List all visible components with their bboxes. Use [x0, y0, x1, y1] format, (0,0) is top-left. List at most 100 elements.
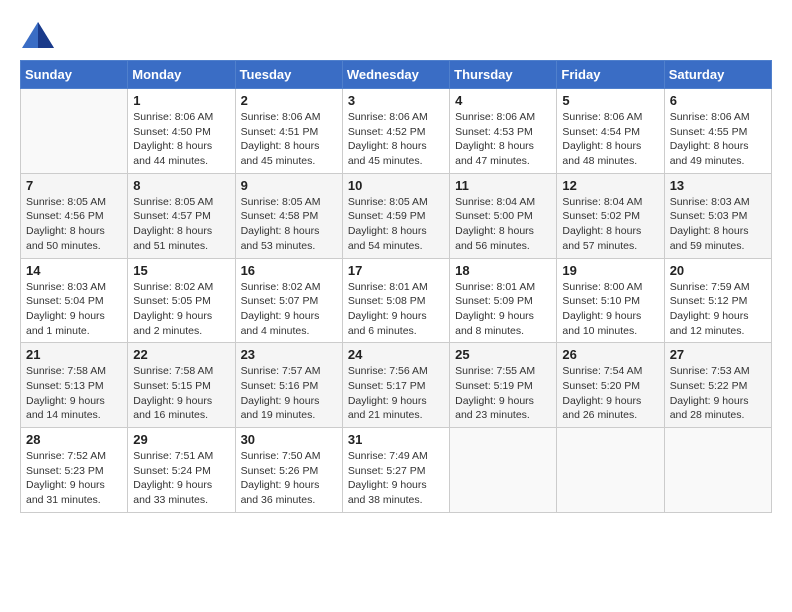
calendar-cell: 12 Sunrise: 8:04 AM Sunset: 5:02 PM Dayl… [557, 173, 664, 258]
sunset-text: Sunset: 5:10 PM [562, 294, 658, 309]
sunset-text: Sunset: 4:55 PM [670, 125, 766, 140]
logo-icon [20, 20, 56, 50]
calendar-cell: 13 Sunrise: 8:03 AM Sunset: 5:03 PM Dayl… [664, 173, 771, 258]
day-info: Sunrise: 8:06 AM Sunset: 4:54 PM Dayligh… [562, 110, 658, 169]
calendar-cell: 3 Sunrise: 8:06 AM Sunset: 4:52 PM Dayli… [342, 89, 449, 174]
day-info: Sunrise: 7:54 AM Sunset: 5:20 PM Dayligh… [562, 364, 658, 423]
calendar-cell: 16 Sunrise: 8:02 AM Sunset: 5:07 PM Dayl… [235, 258, 342, 343]
sunrise-text: Sunrise: 7:59 AM [670, 280, 766, 295]
day-info: Sunrise: 7:50 AM Sunset: 5:26 PM Dayligh… [241, 449, 337, 508]
sunset-text: Sunset: 5:09 PM [455, 294, 551, 309]
calendar-cell: 25 Sunrise: 7:55 AM Sunset: 5:19 PM Dayl… [450, 343, 557, 428]
sunrise-text: Sunrise: 7:56 AM [348, 364, 444, 379]
sunset-text: Sunset: 5:26 PM [241, 464, 337, 479]
sunset-text: Sunset: 5:05 PM [133, 294, 229, 309]
calendar-table: SundayMondayTuesdayWednesdayThursdayFrid… [20, 60, 772, 513]
day-number: 7 [26, 178, 122, 193]
calendar-cell: 24 Sunrise: 7:56 AM Sunset: 5:17 PM Dayl… [342, 343, 449, 428]
day-number: 9 [241, 178, 337, 193]
sunset-text: Sunset: 5:07 PM [241, 294, 337, 309]
calendar-cell: 27 Sunrise: 7:53 AM Sunset: 5:22 PM Dayl… [664, 343, 771, 428]
sunrise-text: Sunrise: 7:50 AM [241, 449, 337, 464]
day-number: 1 [133, 93, 229, 108]
daylight-text: Daylight: 8 hours and 54 minutes. [348, 224, 444, 253]
day-info: Sunrise: 8:03 AM Sunset: 5:04 PM Dayligh… [26, 280, 122, 339]
sunset-text: Sunset: 5:04 PM [26, 294, 122, 309]
day-info: Sunrise: 7:53 AM Sunset: 5:22 PM Dayligh… [670, 364, 766, 423]
sunrise-text: Sunrise: 8:04 AM [562, 195, 658, 210]
weekday-header-saturday: Saturday [664, 61, 771, 89]
calendar-week-row: 14 Sunrise: 8:03 AM Sunset: 5:04 PM Dayl… [21, 258, 772, 343]
calendar-week-row: 21 Sunrise: 7:58 AM Sunset: 5:13 PM Dayl… [21, 343, 772, 428]
sunrise-text: Sunrise: 8:04 AM [455, 195, 551, 210]
sunrise-text: Sunrise: 8:02 AM [133, 280, 229, 295]
sunrise-text: Sunrise: 8:05 AM [133, 195, 229, 210]
weekday-header-sunday: Sunday [21, 61, 128, 89]
sunset-text: Sunset: 5:19 PM [455, 379, 551, 394]
calendar-cell: 23 Sunrise: 7:57 AM Sunset: 5:16 PM Dayl… [235, 343, 342, 428]
sunset-text: Sunset: 5:20 PM [562, 379, 658, 394]
day-info: Sunrise: 8:00 AM Sunset: 5:10 PM Dayligh… [562, 280, 658, 339]
day-number: 16 [241, 263, 337, 278]
sunrise-text: Sunrise: 7:58 AM [133, 364, 229, 379]
sunset-text: Sunset: 5:12 PM [670, 294, 766, 309]
daylight-text: Daylight: 9 hours and 16 minutes. [133, 394, 229, 423]
sunrise-text: Sunrise: 7:49 AM [348, 449, 444, 464]
calendar-cell: 5 Sunrise: 8:06 AM Sunset: 4:54 PM Dayli… [557, 89, 664, 174]
sunrise-text: Sunrise: 8:06 AM [133, 110, 229, 125]
sunrise-text: Sunrise: 7:58 AM [26, 364, 122, 379]
daylight-text: Daylight: 9 hours and 14 minutes. [26, 394, 122, 423]
sunrise-text: Sunrise: 8:01 AM [455, 280, 551, 295]
day-number: 18 [455, 263, 551, 278]
sunrise-text: Sunrise: 8:05 AM [348, 195, 444, 210]
sunset-text: Sunset: 4:58 PM [241, 209, 337, 224]
sunset-text: Sunset: 4:59 PM [348, 209, 444, 224]
sunrise-text: Sunrise: 8:05 AM [241, 195, 337, 210]
day-info: Sunrise: 8:05 AM Sunset: 4:57 PM Dayligh… [133, 195, 229, 254]
sunrise-text: Sunrise: 8:03 AM [670, 195, 766, 210]
calendar-cell: 1 Sunrise: 8:06 AM Sunset: 4:50 PM Dayli… [128, 89, 235, 174]
sunrise-text: Sunrise: 7:52 AM [26, 449, 122, 464]
sunrise-text: Sunrise: 8:06 AM [348, 110, 444, 125]
calendar-cell: 15 Sunrise: 8:02 AM Sunset: 5:05 PM Dayl… [128, 258, 235, 343]
sunset-text: Sunset: 5:16 PM [241, 379, 337, 394]
calendar-cell: 18 Sunrise: 8:01 AM Sunset: 5:09 PM Dayl… [450, 258, 557, 343]
day-info: Sunrise: 8:02 AM Sunset: 5:07 PM Dayligh… [241, 280, 337, 339]
sunset-text: Sunset: 5:15 PM [133, 379, 229, 394]
day-number: 24 [348, 347, 444, 362]
daylight-text: Daylight: 8 hours and 45 minutes. [348, 139, 444, 168]
day-info: Sunrise: 7:58 AM Sunset: 5:15 PM Dayligh… [133, 364, 229, 423]
day-number: 13 [670, 178, 766, 193]
sunset-text: Sunset: 4:53 PM [455, 125, 551, 140]
calendar-cell: 6 Sunrise: 8:06 AM Sunset: 4:55 PM Dayli… [664, 89, 771, 174]
daylight-text: Daylight: 8 hours and 45 minutes. [241, 139, 337, 168]
day-number: 20 [670, 263, 766, 278]
calendar-cell [450, 428, 557, 513]
day-number: 27 [670, 347, 766, 362]
daylight-text: Daylight: 9 hours and 26 minutes. [562, 394, 658, 423]
logo [20, 20, 60, 50]
daylight-text: Daylight: 8 hours and 57 minutes. [562, 224, 658, 253]
day-number: 23 [241, 347, 337, 362]
sunset-text: Sunset: 5:24 PM [133, 464, 229, 479]
day-number: 11 [455, 178, 551, 193]
daylight-text: Daylight: 9 hours and 33 minutes. [133, 478, 229, 507]
calendar-cell: 7 Sunrise: 8:05 AM Sunset: 4:56 PM Dayli… [21, 173, 128, 258]
sunrise-text: Sunrise: 8:05 AM [26, 195, 122, 210]
sunrise-text: Sunrise: 8:01 AM [348, 280, 444, 295]
calendar-cell: 14 Sunrise: 8:03 AM Sunset: 5:04 PM Dayl… [21, 258, 128, 343]
day-info: Sunrise: 8:01 AM Sunset: 5:08 PM Dayligh… [348, 280, 444, 339]
sunset-text: Sunset: 5:23 PM [26, 464, 122, 479]
sunrise-text: Sunrise: 8:06 AM [562, 110, 658, 125]
daylight-text: Daylight: 9 hours and 38 minutes. [348, 478, 444, 507]
sunrise-text: Sunrise: 8:02 AM [241, 280, 337, 295]
day-number: 28 [26, 432, 122, 447]
weekday-header-monday: Monday [128, 61, 235, 89]
calendar-week-row: 28 Sunrise: 7:52 AM Sunset: 5:23 PM Dayl… [21, 428, 772, 513]
day-info: Sunrise: 8:06 AM Sunset: 4:55 PM Dayligh… [670, 110, 766, 169]
calendar-cell: 2 Sunrise: 8:06 AM Sunset: 4:51 PM Dayli… [235, 89, 342, 174]
calendar-cell: 30 Sunrise: 7:50 AM Sunset: 5:26 PM Dayl… [235, 428, 342, 513]
day-number: 29 [133, 432, 229, 447]
sunset-text: Sunset: 4:52 PM [348, 125, 444, 140]
day-info: Sunrise: 8:06 AM Sunset: 4:50 PM Dayligh… [133, 110, 229, 169]
